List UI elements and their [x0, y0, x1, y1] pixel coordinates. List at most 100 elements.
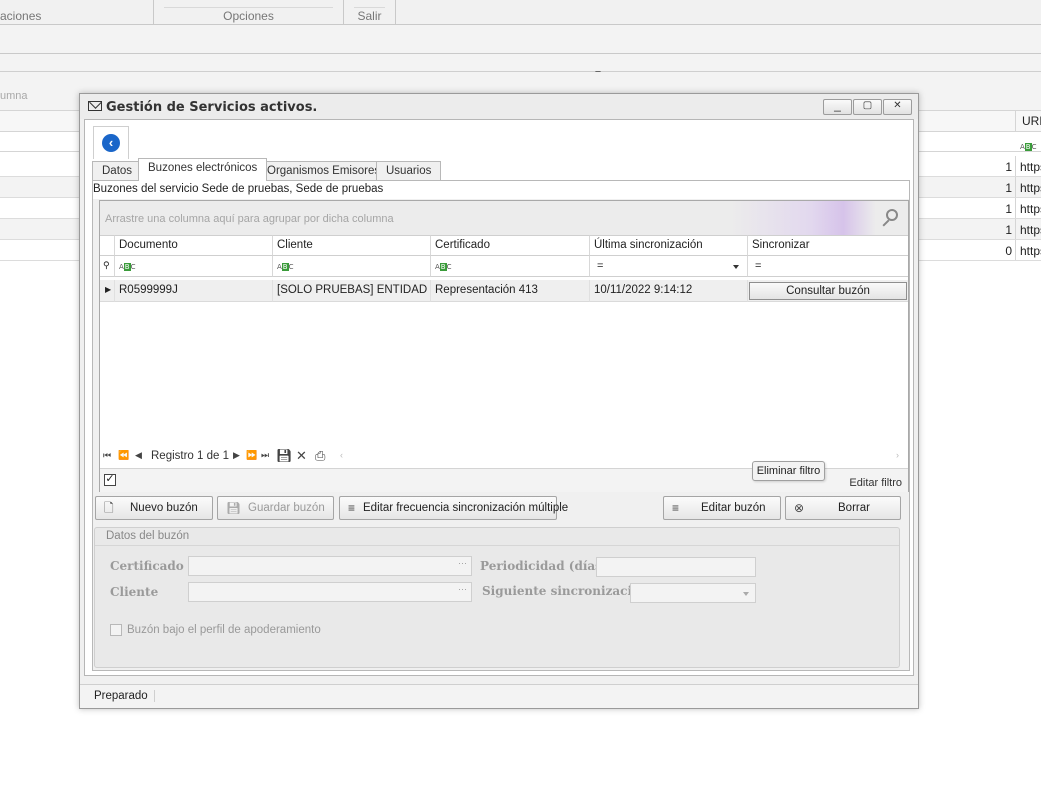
button-label: Guardar buzón [248, 502, 325, 514]
filter-certificado[interactable]: ABC [431, 256, 590, 277]
ribbon-group-label: aciones [0, 9, 42, 23]
consultar-buzon-button[interactable]: Consultar buzón [749, 282, 907, 300]
editar-frecuencia-button[interactable]: ≡ Editar frecuencia sincronización múlti… [339, 496, 568, 520]
column-header-cliente[interactable]: Cliente [273, 235, 431, 256]
save-icon[interactable]: 💾︎ [276, 448, 293, 464]
column-header-sincronizar[interactable]: Sincronizar [748, 235, 908, 256]
row-count: 1 [1005, 223, 1012, 237]
status-text: Preparado [94, 690, 155, 702]
row-pointer-icon: ▶ [105, 285, 112, 294]
tab-label: Buzones electrónicos [148, 162, 258, 174]
background-toolbar [0, 25, 1041, 54]
button-label: Nuevo buzón [130, 502, 198, 514]
editar-filtro-link[interactable]: Editar filtro [849, 477, 902, 489]
filter-enabled-checkbox[interactable]: ✓ [104, 474, 116, 486]
back-button[interactable]: ‹ [102, 134, 120, 152]
ribbon-group-acciones[interactable]: aciones [0, 0, 154, 25]
certificado-field[interactable]: ··· [188, 556, 472, 576]
ellipsis-icon[interactable]: ··· [458, 584, 467, 594]
minimize-icon: _ [834, 98, 841, 112]
equals-operator: = [755, 260, 762, 272]
row-count: 0 [1005, 244, 1012, 258]
certificado-label: Certificado [110, 559, 184, 573]
envelope-icon [88, 101, 102, 111]
previous-page-icon[interactable]: ⏪ [118, 450, 129, 461]
print-icon[interactable]: ⎙ [315, 448, 325, 464]
row-indicator[interactable]: ▶ [100, 280, 115, 302]
chevron-down-icon[interactable] [733, 265, 739, 269]
eliminar-filtro-tooltip[interactable]: Eliminar filtro [752, 461, 825, 481]
nuevo-buzon-button[interactable]: 🗋 Nuevo buzón [95, 496, 213, 520]
tab-organismos-emisores[interactable]: Organismos Emisores [257, 161, 391, 181]
apoderamiento-label: Buzón bajo el perfil de apoderamiento [127, 624, 321, 636]
cancel-icon[interactable]: ✕ [296, 448, 307, 464]
close-button[interactable]: ✕ [883, 99, 912, 115]
filter-indicator: ⚲ [100, 256, 115, 277]
button-label: Editar buzón [701, 502, 766, 514]
abc-filter-icon: ABC [277, 263, 294, 271]
save-icon: 💾︎ [226, 501, 242, 515]
minimize-button[interactable]: _ [823, 98, 852, 115]
group-by-panel[interactable]: Arrastre una columna aquí para agrupar p… [100, 201, 908, 235]
back-toolbar: ‹ [93, 126, 129, 159]
column-header-documento[interactable]: Documento [115, 235, 273, 256]
siguiente-sincronizacion-field[interactable] [630, 583, 756, 603]
chevron-down-icon[interactable] [743, 592, 749, 596]
scroll-left-icon[interactable]: ‹ [340, 450, 343, 460]
ribbon-group-label: Opciones [223, 9, 274, 23]
next-record-icon[interactable]: ▶ [233, 450, 240, 461]
cell-documento[interactable]: R0599999J [115, 280, 273, 302]
filter-cliente[interactable]: ABC [273, 256, 431, 277]
editar-buzon-button[interactable]: ≡ Editar buzón [663, 496, 781, 520]
button-label: Editar frecuencia sincronización múltipl… [363, 502, 569, 514]
borrar-button[interactable]: ⊗ Borrar [785, 496, 901, 520]
filter-ultima-sincronizacion[interactable]: = [590, 256, 748, 277]
filter-pin-icon: ⚲ [103, 260, 110, 270]
scroll-right-icon[interactable]: › [896, 450, 899, 460]
tab-buzones-electronicos[interactable]: Buzones electrónicos [138, 158, 268, 181]
next-page-icon[interactable]: ⏩ [246, 450, 257, 461]
periodicidad-label: Periodicidad (días) [480, 559, 608, 573]
apoderamiento-checkbox[interactable] [110, 624, 122, 636]
guardar-buzon-button[interactable]: 💾︎ Guardar buzón [217, 496, 334, 520]
column-header-ultima-sincronizacion[interactable]: Última sincronización [590, 235, 748, 256]
tab-datos[interactable]: Datos [92, 161, 143, 181]
first-record-icon[interactable]: ⏮ [103, 450, 111, 461]
button-label: Borrar [838, 502, 870, 514]
row-count: 1 [1005, 202, 1012, 216]
maximize-icon: ▢ [862, 100, 873, 111]
column-header-certificado[interactable]: Certificado [431, 235, 590, 256]
maximize-button[interactable]: ▢ [853, 99, 882, 115]
previous-record-icon[interactable]: ◀ [135, 450, 142, 461]
periodicidad-field[interactable] [596, 557, 756, 577]
cell-cliente[interactable]: [SOLO PRUEBAS] ENTIDAD [273, 280, 431, 302]
search-icon[interactable] [886, 209, 898, 221]
buzones-grid: Arrastre una columna aquí para agrupar p… [99, 200, 909, 492]
ribbon-group-salir[interactable]: Salir [344, 0, 396, 25]
dialog-body: ‹ Datos Buzones electrónicos Organismos … [84, 119, 914, 676]
background-url-header[interactable]: URL [1015, 110, 1041, 132]
close-icon: ✕ [893, 100, 902, 111]
tab-page-buzones: Buzones del servicio Sede de pruebas, Se… [92, 180, 910, 671]
background-band [0, 54, 1041, 72]
ellipsis-icon[interactable]: ··· [458, 558, 467, 568]
dialog-status-bar: Preparado [80, 684, 918, 708]
new-document-icon: 🗋 [104, 501, 114, 515]
service-label: Buzones del servicio Sede de pruebas, Se… [93, 181, 909, 199]
edit-list-icon: ≡ [672, 501, 680, 515]
last-record-icon[interactable]: ⏭ [261, 450, 269, 461]
tab-label: Usuarios [386, 165, 432, 177]
row-url: https [1015, 156, 1041, 176]
ribbon-group-opciones[interactable]: Opciones [154, 0, 344, 25]
equals-operator: = [597, 260, 604, 272]
filter-sincronizar[interactable]: = [748, 256, 908, 277]
filter-documento[interactable]: ABC [115, 256, 273, 277]
cliente-field[interactable]: ··· [188, 582, 472, 602]
cell-certificado[interactable]: Representación 413 [431, 280, 590, 302]
delete-circle-icon: ⊗ [794, 501, 805, 515]
tab-usuarios[interactable]: Usuarios [376, 161, 442, 181]
row-url: https [1015, 219, 1041, 239]
cell-ultima-sincronizacion[interactable]: 10/11/2022 9:14:12 [590, 280, 748, 302]
abc-filter-icon[interactable]: ABC [1020, 138, 1037, 152]
dialog-title-bar[interactable]: Gestión de Servicios activos. _ ▢ ✕ [80, 94, 918, 119]
